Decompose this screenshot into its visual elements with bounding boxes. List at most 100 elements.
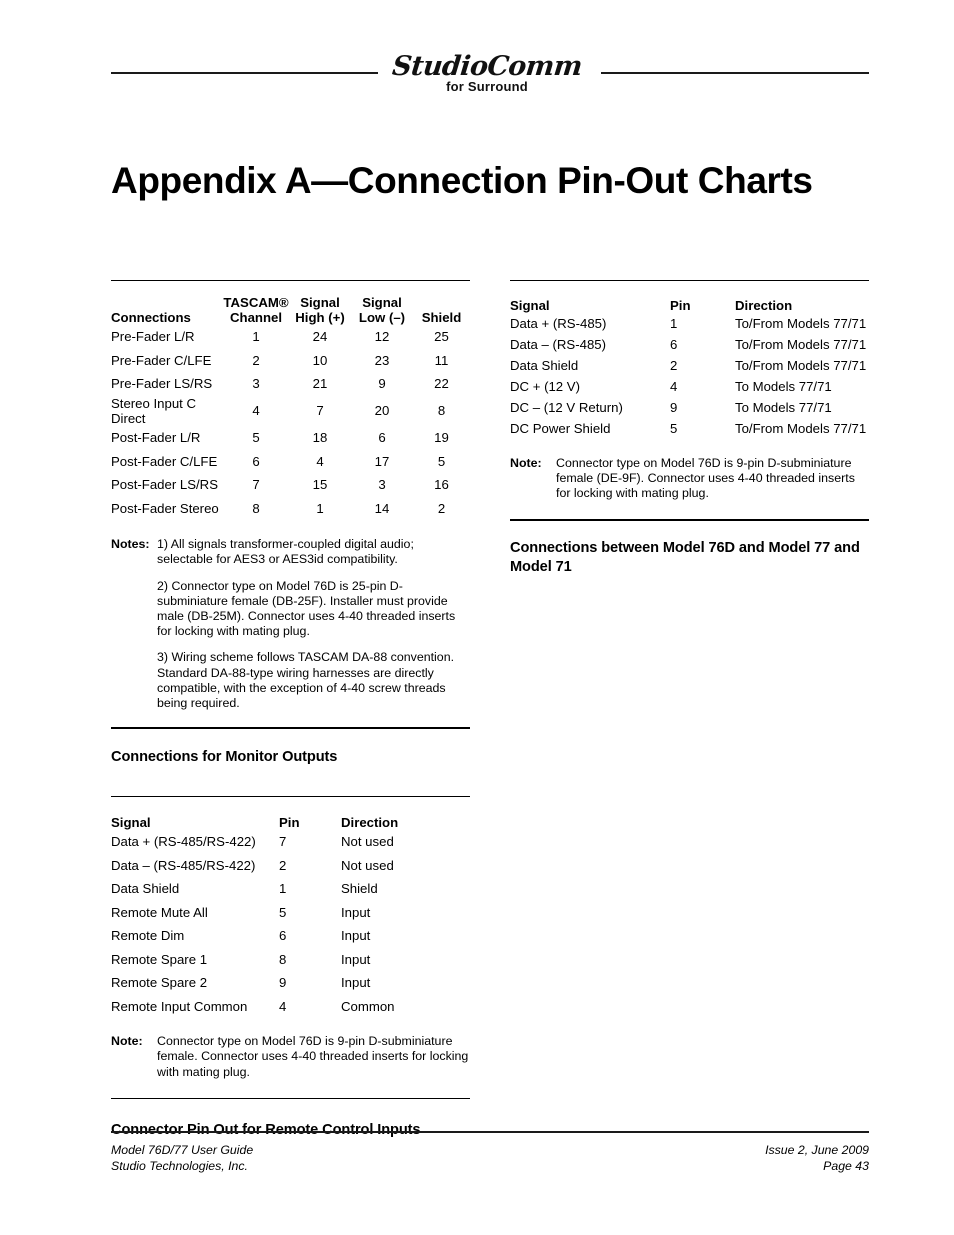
cell-pin: 9 xyxy=(670,400,678,415)
cell-shield: 16 xyxy=(434,477,449,493)
col-header-pin: Pin xyxy=(279,815,300,831)
logo-wordmark: StudioComm xyxy=(390,51,584,82)
header-text-line1: Signal xyxy=(300,295,340,310)
header-text: Connections xyxy=(111,310,191,325)
section-heading-monitor-outputs: Connections for Monitor Outputs xyxy=(111,749,338,766)
cell-pin: 1 xyxy=(279,881,287,897)
header-rule-right xyxy=(601,72,869,74)
note-paragraph: Connector type on Model 76D is 9-pin D-s… xyxy=(556,456,855,501)
cell-shield: 22 xyxy=(434,376,449,392)
table-row: Pre-Fader LS/RS 3 21 9 22 xyxy=(111,372,470,396)
cell-connection: Post-Fader C/LFE xyxy=(111,453,218,469)
cell-channel: 7 xyxy=(252,477,260,493)
header-text-line1: Signal xyxy=(362,295,402,310)
cell-pin: 2 xyxy=(279,857,287,873)
col-header-signal-low: Signal Low (–) xyxy=(351,295,413,325)
interconnect-table-body: Data + (RS-485) 1 To/From Models 77/71 D… xyxy=(510,313,869,439)
table-header-row: Connections TASCAM® Channel Signal High … xyxy=(111,295,470,325)
cell-signal-high: 10 xyxy=(312,352,328,368)
table-row: Post-Fader L/R 5 18 6 19 xyxy=(111,426,470,450)
footer-issue: Issue 2, June 2009 xyxy=(765,1143,869,1157)
cell-signal: Data + (RS-485) xyxy=(510,316,607,331)
cell-signal: Data Shield xyxy=(111,881,180,897)
model76d-interconnect-pinout-table: Signal Pin Direction Data + (RS-485) 1 T… xyxy=(510,298,869,439)
cell-shield: 11 xyxy=(434,352,449,368)
data-table-top-rule xyxy=(510,280,869,281)
tascam-pinout-table: Connections TASCAM® Channel Signal High … xyxy=(111,295,470,520)
studiocomm-logo: StudioComm for Surround xyxy=(387,51,587,94)
footer-right: Issue 2, June 2009 Page 43 xyxy=(765,1142,869,1174)
remote-note: Note: Connector type on Model 76D is 9-p… xyxy=(111,1034,470,1080)
table-row: Remote Spare 2 9 Input xyxy=(111,971,470,995)
cell-direction: Not used xyxy=(341,857,394,873)
cell-connection: Post-Fader Stereo xyxy=(111,500,219,516)
cell-signal: Data + (RS-485/RS-422) xyxy=(111,834,256,850)
table-row: Data + (RS-485/RS-422) 7 Not used xyxy=(111,830,470,854)
page-header: StudioComm for Surround xyxy=(111,51,869,104)
cell-signal: Remote Spare 1 xyxy=(111,951,208,967)
tascam-notes: Notes: 1) All signals transformer-couple… xyxy=(111,537,470,711)
table-row: Pre-Fader C/LFE 2 10 23 11 xyxy=(111,349,470,373)
col-header-direction: Direction xyxy=(735,298,793,313)
cell-pin: 6 xyxy=(279,928,287,944)
footer-left: Model 76D/77 User Guide Studio Technolog… xyxy=(111,1142,253,1174)
cell-signal-low: 12 xyxy=(374,329,390,345)
cell-direction: Shield xyxy=(341,881,378,897)
col-header-shield: Shield xyxy=(413,295,470,325)
cell-signal-low: 9 xyxy=(378,376,386,392)
table-row: Remote Dim 6 Input xyxy=(111,924,470,948)
cell-signal: DC – (12 V Return) xyxy=(510,400,623,415)
cell-signal-high: 1 xyxy=(316,500,324,516)
table-row: Data Shield 1 Shield xyxy=(111,877,470,901)
col-header-channel: TASCAM® Channel xyxy=(223,295,289,325)
cell-signal: Remote Dim xyxy=(111,928,185,944)
table-row: Remote Mute All 5 Input xyxy=(111,901,470,925)
cell-direction: To/From Models 77/71 xyxy=(735,421,867,436)
cell-direction: To Models 77/71 xyxy=(735,400,832,415)
remote-control-pinout-table: Signal Pin Direction Data + (RS-485/RS-4… xyxy=(111,815,470,1018)
page-title: Appendix A—Connection Pin-Out Charts xyxy=(111,159,813,201)
header-text-line2: High (+) xyxy=(295,310,345,325)
col-header-direction: Direction xyxy=(341,815,399,831)
header-text-line1: TASCAM® xyxy=(223,295,289,310)
cell-connection: Pre-Fader C/LFE xyxy=(111,352,212,368)
note-label: Note: xyxy=(510,456,542,470)
cell-shield: 8 xyxy=(437,403,446,419)
cell-channel: 3 xyxy=(252,376,260,392)
cell-signal: Data – (RS-485/RS-422) xyxy=(111,857,256,873)
notes-body: 1) All signals transformer-coupled digit… xyxy=(157,537,470,711)
table-row: Stereo Input C Direct 4 7 20 8 xyxy=(111,396,470,426)
col-header-connections: Connections xyxy=(111,295,223,325)
table-row: DC – (12 V Return) 9 To Models 77/71 xyxy=(510,397,869,418)
left-column: Connections TASCAM® Channel Signal High … xyxy=(111,280,470,1140)
cell-direction: Input xyxy=(341,928,371,944)
table-row: Remote Input Common 4 Common xyxy=(111,995,470,1019)
table-row: Post-Fader LS/RS 7 15 3 16 xyxy=(111,473,470,497)
cell-signal-high: 18 xyxy=(312,430,328,446)
cell-signal-low: 17 xyxy=(374,453,390,469)
note-body: Connector type on Model 76D is 9-pin D-s… xyxy=(556,456,869,502)
cell-pin: 4 xyxy=(279,998,287,1014)
table-header-row: Signal Pin Direction xyxy=(111,815,470,830)
footer-rule xyxy=(111,1131,869,1133)
cell-channel: 4 xyxy=(252,403,260,419)
note-paragraph: 1) All signals transformer-coupled digit… xyxy=(157,537,414,567)
cell-pin: 7 xyxy=(279,834,287,850)
cell-pin: 2 xyxy=(670,358,678,373)
cell-pin: 5 xyxy=(279,904,287,920)
cell-signal: Remote Input Common xyxy=(111,998,248,1014)
note-body: Connector type on Model 76D is 9-pin D-s… xyxy=(157,1034,470,1080)
cell-connection: Stereo Input C Direct xyxy=(111,395,197,426)
cell-signal: Data Shield xyxy=(510,358,579,373)
cell-pin: 1 xyxy=(670,316,678,331)
cell-signal-low: 14 xyxy=(374,500,390,516)
tascam-table-body: Pre-Fader L/R 1 24 12 25 Pre-Fader C/LFE… xyxy=(111,325,470,520)
table-row: DC Power Shield 5 To/From Models 77/71 xyxy=(510,418,869,439)
tascam-table-top-rule xyxy=(111,280,470,281)
cell-direction: To/From Models 77/71 xyxy=(735,337,867,352)
cell-shield: 2 xyxy=(437,500,446,516)
cell-signal-high: 21 xyxy=(312,376,328,392)
cell-channel: 1 xyxy=(252,329,260,345)
cell-pin: 8 xyxy=(279,951,287,967)
note-paragraph: 2) Connector type on Model 76D is 25-pin… xyxy=(157,578,456,639)
